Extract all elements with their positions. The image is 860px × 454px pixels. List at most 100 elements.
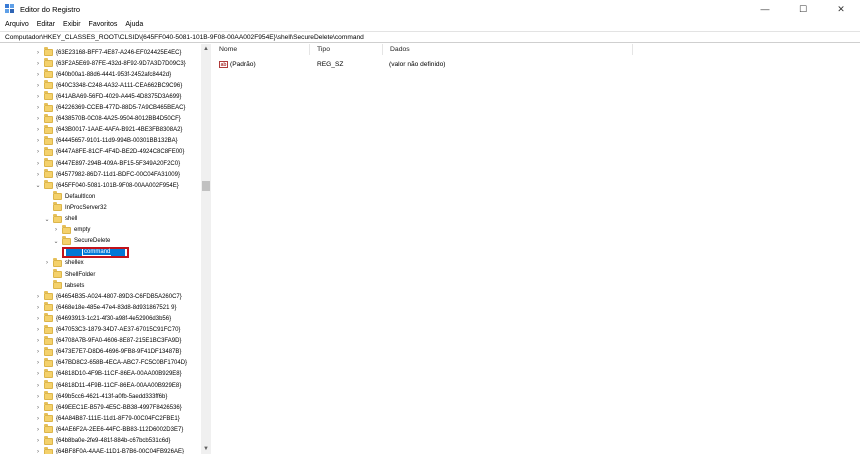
address-path[interactable]: Computador\HKEY_CLASSES_ROOT\CLSID\{645F… — [5, 34, 364, 41]
tree-item[interactable]: › {64AE6F2A-2EE6-44FC-BB83-112D6002D3E7} — [35, 424, 184, 435]
tree-item[interactable]: › empty — [53, 224, 91, 236]
tree-item[interactable]: › {64577982-86D7-11d1-BDFC-00C04FA31009} — [35, 169, 181, 180]
minimize-button[interactable]: — — [746, 0, 784, 18]
tree-item[interactable]: › shellex — [44, 257, 85, 269]
tree-item[interactable]: › {6468e18e-485e-47e4-83d8-8d931867521 9} — [35, 302, 177, 313]
tree-item-label: {64708A7B-9FA0-4606-8E87-215E1BC3FA9D} — [56, 338, 182, 345]
tree-item[interactable]: › {6473E7E7-D8D6-4696-9FB8-9F41DF13487B} — [35, 346, 182, 358]
collapse-chevron-icon[interactable]: ⌄ — [53, 237, 59, 245]
value-row[interactable]: ab (Padrão) REG_SZ (valor não definido) — [212, 59, 639, 70]
menu-favoritos[interactable]: Favoritos — [89, 21, 118, 28]
tree-item-label: {64693913-1c21-4f30-a98f-4e52906d3b56} — [56, 315, 172, 322]
menu-ajuda[interactable]: Ajuda — [125, 21, 143, 28]
value-type: REG_SZ — [317, 61, 344, 68]
expand-chevron-icon[interactable]: › — [44, 259, 50, 267]
tree-item[interactable]: › {64226369-CCEB-477D-88D5-7A9CB465BEAC} — [35, 102, 186, 114]
expand-chevron-icon[interactable]: › — [35, 393, 41, 401]
tree-item[interactable]: › {64654B35-A024-4807-89D3-C6FDB5A260C7} — [35, 291, 183, 302]
column-data[interactable]: Dados — [383, 44, 633, 55]
expand-chevron-icon[interactable]: › — [35, 426, 41, 434]
tree-item[interactable]: DefaultIcon — [44, 191, 96, 202]
expand-chevron-icon[interactable]: › — [35, 293, 41, 301]
column-type[interactable]: Tipo — [310, 44, 383, 55]
tree-item[interactable]: › {6447E897-294B-409A-BF15-5F349A20F2C0} — [35, 158, 181, 169]
tree-item[interactable]: tabsets — [44, 280, 85, 291]
expand-chevron-icon[interactable]: › — [35, 415, 41, 423]
rename-highlight-box[interactable]: command — [62, 246, 130, 258]
tree-item[interactable]: › {64445657-9101-11d9-994B-00301BB132BA} — [35, 135, 179, 147]
selected-folder-icon — [66, 248, 82, 256]
menu-exibir[interactable]: Exibir — [63, 21, 81, 28]
expand-chevron-icon[interactable]: › — [35, 160, 41, 168]
expand-chevron-icon[interactable]: › — [35, 315, 41, 323]
tree-item[interactable]: › {64818D10-4F9B-11CF-86EA-00AA00B929E8} — [35, 368, 183, 380]
expand-chevron-icon[interactable]: › — [35, 115, 41, 123]
tree-item[interactable]: › {63F2A5E69-87FE-432d-8F92-9D7A3D7D09C3} — [35, 58, 187, 69]
expand-chevron-icon[interactable]: › — [35, 71, 41, 79]
collapse-chevron-icon[interactable]: ⌄ — [35, 182, 41, 190]
scroll-up-arrow[interactable]: ▲ — [201, 44, 211, 54]
tree-item[interactable]: › {640b00a1-88d6-4441-953f-2452afc8442d} — [35, 69, 172, 80]
expand-chevron-icon[interactable]: › — [35, 171, 41, 179]
tree-item[interactable]: › {64A84B87-111E-11d1-8F79-00C04FC2FBE1} — [35, 413, 181, 424]
expand-chevron-icon[interactable]: › — [35, 93, 41, 101]
tree-item[interactable]: › {649b5cc6-4621-413f-a0fb-5aedd333ff6b} — [35, 391, 168, 402]
tree-item[interactable]: › {647053C3-1879-34D7-AE37-67015C91FC70} — [35, 324, 181, 336]
tree-item[interactable]: ⌄ SecureDelete — [53, 235, 111, 247]
tree-item[interactable]: › {643B0017-1AAE-4AFA-B921-4BE3FB8308A2} — [35, 124, 183, 136]
folder-icon — [62, 224, 71, 234]
tree-item-label[interactable]: command — [83, 249, 112, 256]
expand-chevron-icon[interactable]: › — [35, 404, 41, 412]
tree-scrollbar[interactable]: ▲ ▼ — [201, 44, 211, 454]
tree-item[interactable]: › {6447A8FE-81CF-4F4D-BE2D-4924C8C8FE00} — [35, 146, 185, 158]
tree-item[interactable]: › {64693913-1c21-4f30-a98f-4e52906d3b56} — [35, 313, 172, 324]
expand-chevron-icon[interactable]: › — [53, 226, 59, 234]
column-name[interactable]: Nome — [212, 44, 310, 55]
tree-item[interactable]: › {647BD8C2-658B-4ECA-ABC7-FC5C0BF1704D} — [35, 357, 188, 369]
expand-chevron-icon[interactable]: › — [35, 382, 41, 390]
expand-chevron-icon[interactable]: › — [35, 137, 41, 145]
tree-item[interactable]: InProcServer32 — [44, 202, 108, 213]
expand-chevron-icon[interactable]: › — [35, 359, 41, 367]
tree-item-label: {64818D10-4F9B-11CF-86EA-00AA00B929E8} — [56, 371, 182, 378]
folder-icon — [44, 80, 53, 90]
tree-item[interactable]: › {641ABA69-56FD-4029-A445-4D8375D3A699} — [35, 91, 182, 102]
expand-chevron-icon[interactable]: › — [35, 437, 41, 445]
folder-icon — [44, 291, 53, 301]
expand-chevron-icon[interactable]: › — [35, 104, 41, 112]
scroll-thumb[interactable] — [202, 181, 210, 191]
tree-item[interactable]: › {64BF8F0A-4AAE-11D1-B7B6-00C04FB926AE} — [35, 446, 185, 454]
expand-chevron-icon[interactable]: › — [35, 326, 41, 334]
address-bar[interactable]: Computador\HKEY_CLASSES_ROOT\CLSID\{645F… — [0, 31, 860, 43]
close-button[interactable]: ✕ — [822, 0, 860, 18]
tree-item[interactable]: › {63E23168-BFF7-4E87-A246-EF024425E4EC} — [35, 47, 182, 58]
expand-chevron-icon[interactable]: › — [35, 304, 41, 312]
expand-chevron-icon[interactable]: › — [35, 337, 41, 345]
tree-item[interactable]: › {649EEC1E-B579-4E5C-BB38-4997F8426536} — [35, 402, 183, 413]
expand-chevron-icon[interactable]: › — [35, 448, 41, 454]
tree-item[interactable]: › {6438570B-0C08-4A25-9504-8012BB4D50CF} — [35, 113, 182, 125]
tree-item[interactable]: ShellFolder — [44, 269, 96, 280]
expand-chevron-icon[interactable]: › — [35, 370, 41, 378]
expand-chevron-icon[interactable]: › — [35, 148, 41, 156]
expand-chevron-icon[interactable]: › — [35, 126, 41, 134]
tree-item[interactable]: › {64b8ba0e-2fe9-481f-884b-c67bcb531c6d} — [35, 435, 171, 447]
menu-editar[interactable]: Editar — [37, 21, 55, 28]
collapse-chevron-icon[interactable]: ⌄ — [44, 215, 50, 223]
tree-item-label: InProcServer32 — [65, 204, 107, 211]
scroll-down-arrow[interactable]: ▼ — [201, 444, 211, 454]
folder-icon — [44, 402, 53, 412]
tree-item[interactable]: ⌄ shell — [44, 213, 78, 225]
expand-chevron-icon[interactable]: › — [35, 49, 41, 57]
folder-icon — [44, 435, 53, 445]
menu-arquivo[interactable]: Arquivo — [5, 21, 29, 28]
expand-chevron-icon[interactable]: › — [35, 348, 41, 356]
tree-item[interactable]: › {64818D11-4F9B-11CF-86EA-00AA00B929E8} — [35, 380, 182, 391]
tree-item[interactable]: ⌄ {645FF040-5081-101B-9F08-00AA002F954E} — [35, 180, 180, 191]
tree-item[interactable]: › {64708A7B-9FA0-4606-8E87-215E1BC3FA9D} — [35, 335, 182, 347]
expand-chevron-icon[interactable]: › — [35, 82, 41, 90]
expand-chevron-icon[interactable]: › — [35, 60, 41, 68]
tree-item-selected[interactable]: command — [62, 246, 130, 258]
tree-item[interactable]: › {640C3348-C248-4A32-A111-CEA662BC9C96} — [35, 80, 183, 91]
maximize-button[interactable]: ☐ — [784, 0, 822, 18]
